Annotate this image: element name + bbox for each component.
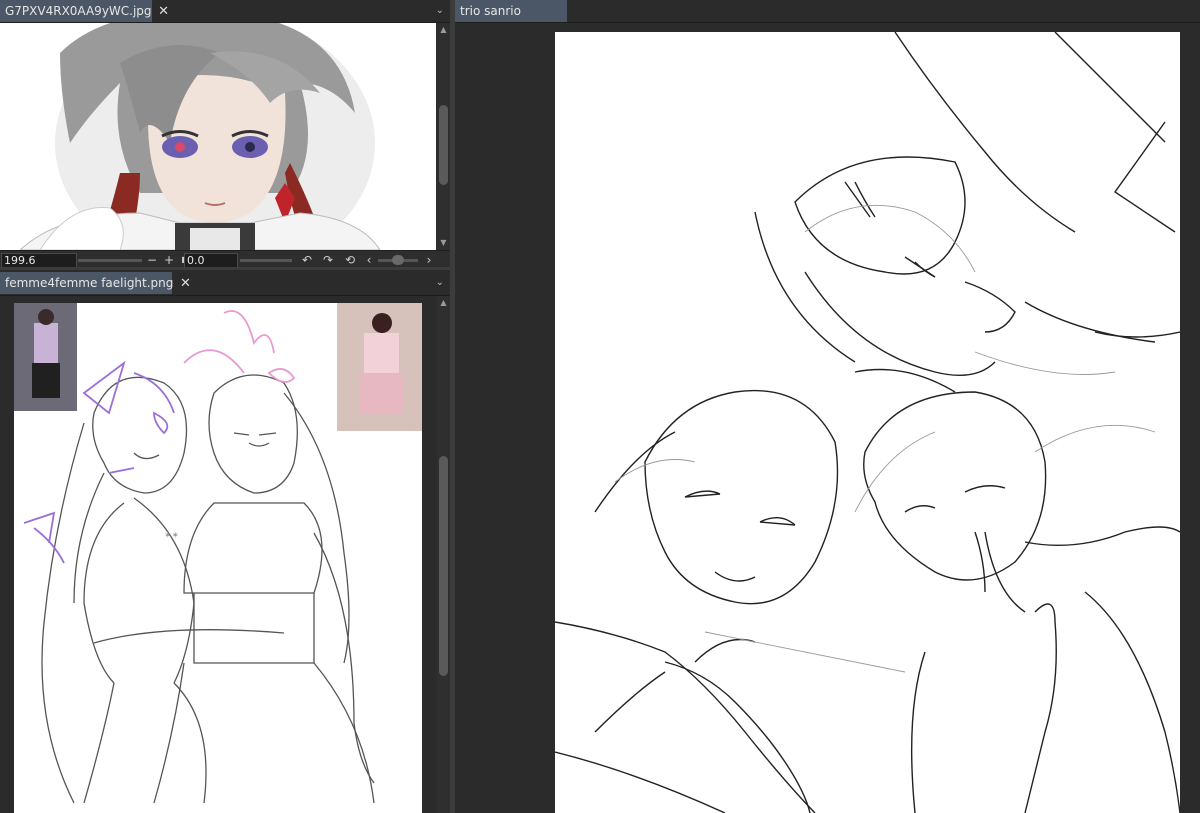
main-canvas-pane: trio sanrio <box>455 0 1200 813</box>
zoom-field[interactable]: 199.6 <box>1 253 77 267</box>
zoom-in-icon[interactable]: + <box>162 252 176 267</box>
rotation-field[interactable]: 0.0 <box>184 253 238 267</box>
tabbar-top-left: G7PXV4RX0AA9yWC.jpg ✕ ⌄ <box>0 0 450 23</box>
tab-label: femme4femme faelight.png <box>5 276 174 290</box>
tab-label: trio sanrio <box>460 4 521 18</box>
tabbar-bottom-left: femme4femme faelight.png ✕ ⌄ <box>0 270 450 296</box>
rotation-slider[interactable] <box>240 259 292 262</box>
scroll-down-icon[interactable]: ▼ <box>437 236 450 250</box>
next-icon[interactable]: › <box>422 252 436 267</box>
scroll-up-icon[interactable]: ▲ <box>437 296 450 310</box>
prev-icon[interactable]: ‹ <box>362 252 376 267</box>
reference-view-2: ✶✶ <box>0 296 437 813</box>
lineart-sketch <box>555 32 1180 813</box>
scroll-up-icon[interactable]: ▲ <box>437 23 450 37</box>
tab-reference-image-2[interactable]: femme4femme faelight.png ✕ <box>0 272 191 294</box>
watermark: ✶✶ <box>164 531 179 541</box>
tab-main-document[interactable]: trio sanrio <box>455 0 567 22</box>
chevron-down-icon[interactable]: ⌄ <box>436 0 444 22</box>
vertical-scrollbar[interactable]: ▲ <box>437 296 450 813</box>
flip-slider-thumb[interactable] <box>392 255 404 265</box>
reference-image-2: ✶✶ <box>14 303 422 813</box>
tabbar-main: trio sanrio <box>455 0 1200 23</box>
tab-label: G7PXV4RX0AA9yWC.jpg <box>5 4 152 18</box>
inset-photo-right <box>337 303 422 431</box>
portrait-illustration <box>0 23 436 250</box>
scroll-thumb[interactable] <box>439 456 448 676</box>
reset-rotation-icon[interactable]: ⟲ <box>343 252 357 267</box>
chevron-down-icon[interactable]: ⌄ <box>436 272 444 294</box>
rotate-right-icon[interactable]: ↷ <box>321 252 335 267</box>
reference-image-1 <box>0 23 436 250</box>
pane-splitter-vertical[interactable] <box>450 0 455 813</box>
rotate-left-icon[interactable]: ↶ <box>300 252 314 267</box>
reference-pane-bottom: femme4femme faelight.png ✕ ⌄ ✶✶ ▲ <box>0 270 450 813</box>
canvas-view[interactable] <box>455 23 1200 813</box>
drawing-canvas[interactable] <box>555 32 1180 813</box>
zoom-slider[interactable] <box>78 259 142 262</box>
sketch-illustration: ✶✶ <box>14 303 422 804</box>
navigator-toolbar: 199.6 − + ■ 0.0 ↶ ↷ ⟲ ‹ › <box>0 250 450 267</box>
pane-splitter-horizontal[interactable] <box>0 267 452 270</box>
reference-pane-top: G7PXV4RX0AA9yWC.jpg ✕ ⌄ ▲ ▼ 199.6 − + 0.… <box>0 0 450 267</box>
scroll-thumb[interactable] <box>439 105 448 185</box>
close-icon[interactable]: ✕ <box>156 1 172 23</box>
tab-reference-image-1[interactable]: G7PXV4RX0AA9yWC.jpg ✕ <box>0 0 169 22</box>
close-icon[interactable]: ✕ <box>177 273 193 295</box>
inset-photo-left <box>14 303 77 411</box>
vertical-scrollbar[interactable]: ▲ ▼ <box>437 23 450 250</box>
zoom-out-icon[interactable]: − <box>145 252 159 267</box>
